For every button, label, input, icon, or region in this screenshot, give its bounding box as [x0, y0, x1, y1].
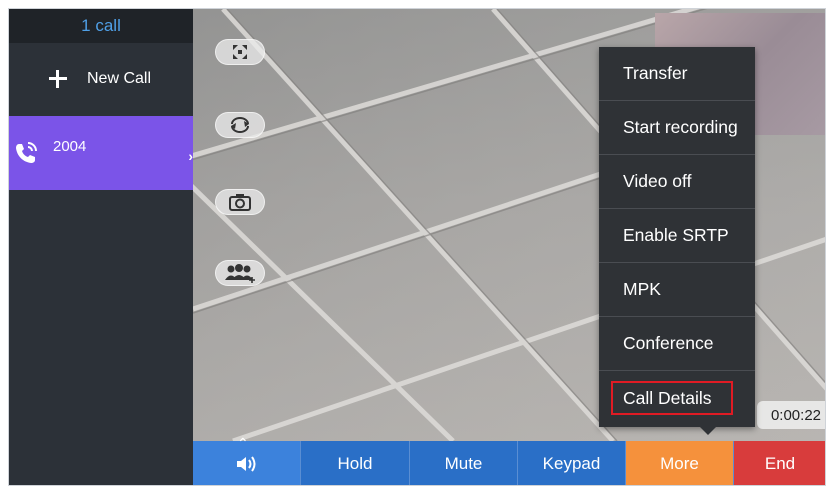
menu-item-call-details[interactable]: Call Details: [599, 371, 755, 425]
mute-button[interactable]: Mute: [410, 441, 518, 485]
menu-item-label: Video off: [623, 171, 692, 191]
more-options-menu: Transfer Start recording Video off Enabl…: [599, 47, 755, 427]
snapshot-button[interactable]: [215, 189, 265, 215]
menu-item-enable-srtp[interactable]: Enable SRTP: [599, 209, 755, 263]
plus-icon: [47, 68, 69, 90]
menu-item-mpk[interactable]: MPK: [599, 263, 755, 317]
highlight-box: [611, 381, 733, 415]
new-call-button[interactable]: New Call: [9, 59, 193, 99]
call-screen: 1 call New Call 2004 › 0:00:22 Transfer …: [8, 8, 826, 486]
new-call-label: New Call: [87, 70, 152, 87]
call-count-header: 1 call: [9, 9, 193, 43]
keypad-button[interactable]: Keypad: [518, 441, 626, 485]
call-action-bar: ⌃ Hold Mute Keypad More End: [193, 435, 825, 485]
swap-camera-icon: [231, 117, 249, 133]
menu-item-label: Enable SRTP: [623, 225, 729, 245]
camera-icon: [229, 194, 251, 211]
chevron-up-icon: ⌃: [237, 435, 249, 451]
hold-button[interactable]: Hold: [301, 441, 410, 485]
menu-item-start-recording[interactable]: Start recording: [599, 101, 755, 155]
call-sidebar: 1 call New Call 2004 ›: [9, 9, 193, 485]
end-call-button[interactable]: End: [734, 441, 825, 485]
call-number: 2004: [53, 137, 87, 155]
fullscreen-icon: [233, 45, 247, 59]
menu-item-transfer[interactable]: Transfer: [599, 47, 755, 101]
menu-item-conference[interactable]: Conference: [599, 317, 755, 371]
menu-item-label: Start recording: [623, 117, 738, 137]
volume-button[interactable]: ⌃: [193, 435, 301, 485]
more-button[interactable]: More: [626, 441, 734, 485]
menu-item-label: MPK: [623, 279, 661, 299]
volume-icon: [236, 456, 255, 472]
menu-item-label: Transfer: [623, 63, 688, 83]
call-timer: 0:00:22: [757, 401, 825, 429]
active-call-item[interactable]: 2004 ›: [9, 116, 193, 190]
add-participants-icon: [225, 264, 255, 283]
menu-item-video-off[interactable]: Video off: [599, 155, 755, 209]
phone-call-icon: [16, 142, 37, 163]
swap-camera-button[interactable]: [215, 112, 265, 138]
menu-item-label: Conference: [623, 333, 714, 353]
add-participants-button[interactable]: [215, 260, 265, 286]
fullscreen-button[interactable]: [215, 39, 265, 65]
menu-pointer-arrow: [700, 427, 716, 435]
